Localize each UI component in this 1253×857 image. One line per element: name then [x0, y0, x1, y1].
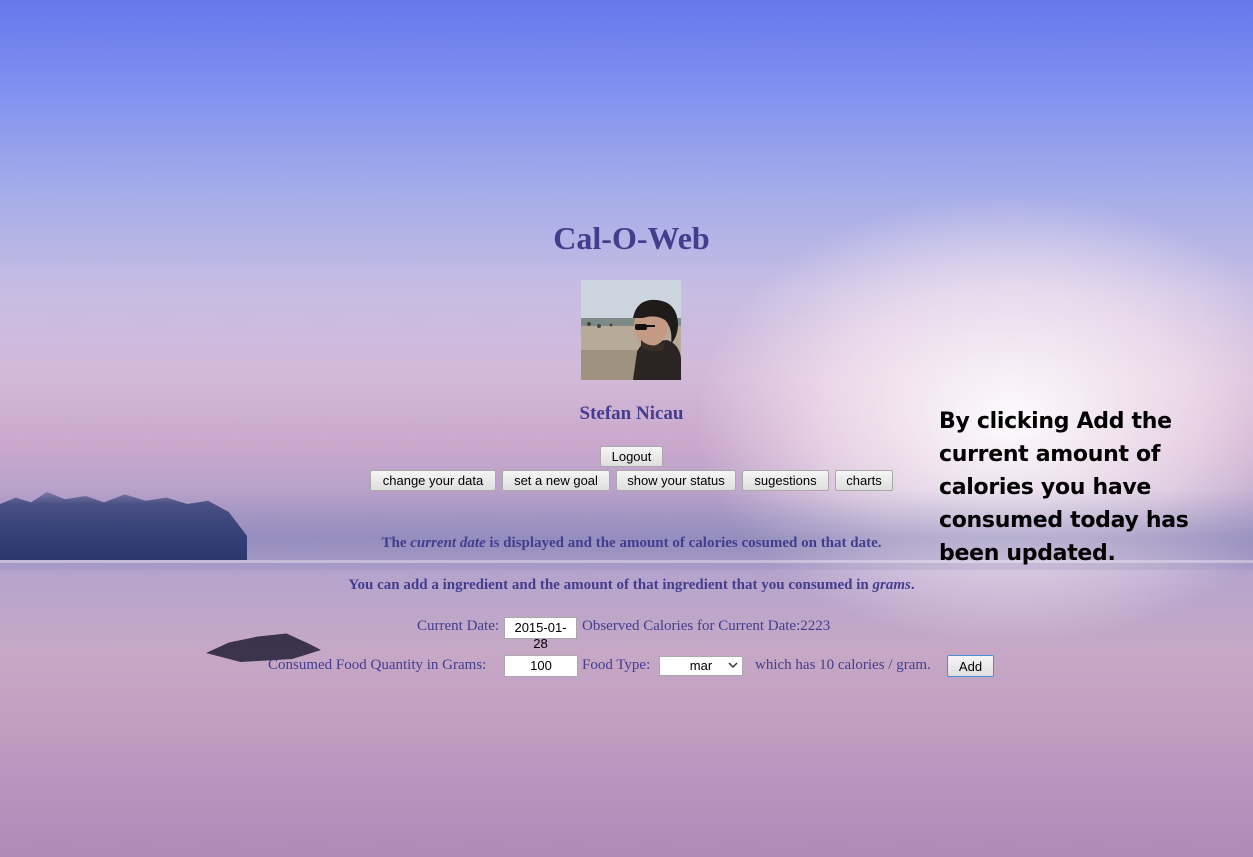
avatar — [581, 280, 681, 380]
user-photo-icon — [581, 280, 681, 380]
current-date-label: Current Date: — [417, 618, 500, 634]
info-text: You can add a ingredient and the amount … — [348, 577, 873, 593]
change-data-button[interactable]: change your data — [370, 470, 496, 491]
observed-calories-label: Observed Calories for Current Date:2223 — [582, 618, 830, 635]
observed-calories-text: Observed Calories for Current Date: — [582, 618, 801, 634]
quantity-field[interactable]: 100 — [504, 655, 578, 677]
new-goal-button[interactable]: set a new goal — [502, 470, 610, 491]
calories-per-gram-text: which has 10 calories / gram. — [755, 657, 931, 673]
info-text: is displayed and the amount of calories … — [485, 535, 882, 551]
food-type-selected: mar — [689, 658, 713, 673]
logout-button[interactable]: Logout — [600, 446, 663, 467]
suggestions-button[interactable]: sugestions — [742, 470, 829, 491]
observed-calories-value: 2223 — [800, 618, 831, 634]
food-type-label: Food Type: — [582, 657, 651, 673]
add-button[interactable]: Add — [947, 655, 994, 677]
info-emphasis: grams — [872, 577, 911, 593]
info-text: The — [381, 535, 411, 551]
help-callout: By clicking Add the current amount of ca… — [939, 409, 1189, 566]
current-date-field[interactable]: 2015-01-28 — [504, 617, 577, 651]
chevron-down-icon — [728, 662, 738, 669]
info-emphasis: current date — [410, 535, 486, 551]
quantity-label: Consumed Food Quantity in Grams: — [268, 657, 487, 673]
info-text: . — [910, 577, 915, 593]
show-status-button[interactable]: show your status — [616, 470, 736, 491]
page-title: Cal-O-Web — [553, 220, 710, 256]
food-type-select[interactable]: mar — [659, 656, 743, 676]
charts-button[interactable]: charts — [835, 470, 893, 491]
info-add-ingredient: You can add a ingredient and the amount … — [0, 577, 1253, 594]
